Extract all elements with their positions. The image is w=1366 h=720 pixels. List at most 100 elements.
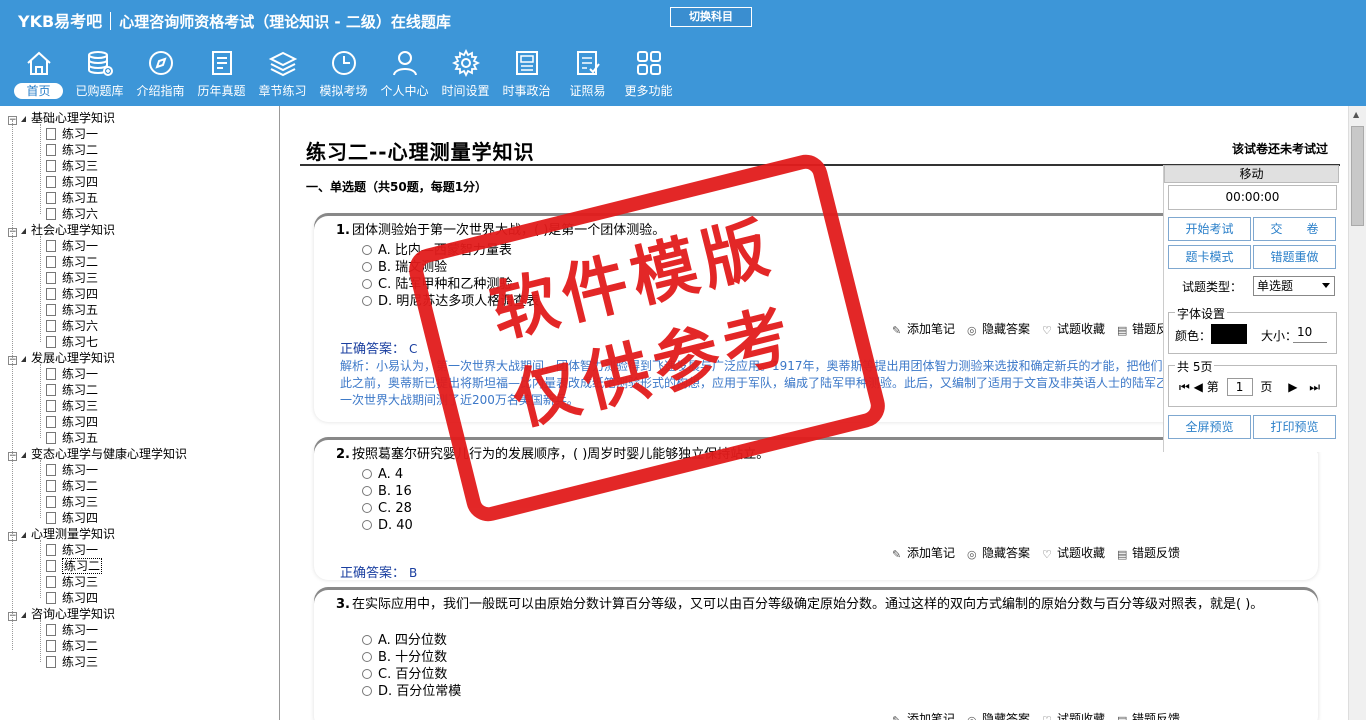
- radio-button[interactable]: [362, 469, 372, 479]
- tree-item[interactable]: 练习三: [46, 158, 98, 174]
- document-icon: [46, 496, 56, 508]
- action-1[interactable]: ◎ 隐藏答案: [967, 546, 1030, 560]
- action-0[interactable]: ✎ 添加笔记: [892, 322, 955, 336]
- tree-item[interactable]: 练习三: [46, 398, 98, 414]
- action-0[interactable]: ✎ 添加笔记: [892, 546, 955, 560]
- radio-button[interactable]: [362, 669, 372, 679]
- radio-button[interactable]: [362, 245, 372, 255]
- switch-subject-button[interactable]: 切换科目: [670, 7, 752, 27]
- action-0[interactable]: ✎ 添加笔记: [892, 712, 955, 720]
- action-3[interactable]: ▤ 错题反馈: [1117, 712, 1180, 720]
- radio-button[interactable]: [362, 503, 372, 513]
- tree-item[interactable]: 练习三: [46, 270, 98, 286]
- panel-move-handle[interactable]: 移动: [1164, 165, 1339, 183]
- tree-item[interactable]: 练习一: [46, 462, 98, 478]
- tree-item[interactable]: 练习一: [46, 366, 98, 382]
- tree-item[interactable]: 练习二: [46, 142, 98, 158]
- tree-item[interactable]: 练习四: [46, 174, 98, 190]
- nav-item-9[interactable]: 证照易: [557, 46, 618, 104]
- tree-category[interactable]: − 基础心理学知识: [8, 110, 115, 126]
- action-2[interactable]: ♡ 试题收藏: [1042, 546, 1105, 560]
- tree-item[interactable]: 练习四: [46, 286, 98, 302]
- nav-item-7[interactable]: 时间设置: [435, 46, 496, 104]
- radio-button[interactable]: [362, 486, 372, 496]
- tree-item[interactable]: 练习四: [46, 414, 98, 430]
- submit-exam-button[interactable]: 交 卷: [1253, 217, 1336, 241]
- font-size-input[interactable]: 10: [1293, 325, 1327, 343]
- tree-item[interactable]: 练习二: [46, 478, 98, 494]
- nav-item-3[interactable]: 历年真题: [191, 46, 252, 104]
- answer-option[interactable]: D. 40: [362, 517, 413, 534]
- tree-item[interactable]: 练习二: [46, 254, 98, 270]
- tree-category[interactable]: − 咨询心理学知识: [8, 606, 115, 622]
- page-number-input[interactable]: 1: [1226, 378, 1253, 396]
- question-type-select[interactable]: 单选题: [1253, 276, 1335, 296]
- tree-item[interactable]: 练习三: [46, 654, 98, 670]
- answer-option[interactable]: D. 百分位常模: [362, 683, 461, 700]
- action-2[interactable]: ♡ 试题收藏: [1042, 712, 1105, 720]
- scroll-thumb[interactable]: [1351, 126, 1364, 226]
- tree-item[interactable]: 练习一: [46, 126, 98, 142]
- action-3[interactable]: ▤ 错题反馈: [1117, 546, 1180, 560]
- chapter-tree[interactable]: − 基础心理学知识 练习一 练习二 练习三 练习四 练习五 练习六 − 社会心理学知识 练习一 练习二…: [0, 106, 280, 720]
- prev-page-icon[interactable]: ◀: [1194, 380, 1203, 394]
- tree-category[interactable]: − 变态心理学与健康心理学知识: [8, 446, 187, 462]
- action-1[interactable]: ◎ 隐藏答案: [967, 322, 1030, 336]
- answer-option[interactable]: A. 4: [362, 466, 403, 483]
- font-color-label: 颜色：: [1175, 329, 1212, 343]
- font-color-swatch[interactable]: [1211, 324, 1247, 344]
- nav-item-6[interactable]: 个人中心: [374, 46, 435, 104]
- tree-item[interactable]: 练习六: [46, 206, 98, 222]
- tree-item[interactable]: 练习七: [46, 334, 98, 350]
- tree-item[interactable]: 练习四: [46, 510, 98, 526]
- tree-item[interactable]: 练习三: [46, 574, 98, 590]
- radio-button[interactable]: [362, 279, 372, 289]
- nav-item-10[interactable]: 更多功能: [618, 46, 679, 104]
- nav-item-5[interactable]: 模拟考场: [313, 46, 374, 104]
- fullscreen-preview-button[interactable]: 全屏预览: [1168, 415, 1251, 439]
- tree-item[interactable]: 练习六: [46, 318, 98, 334]
- answer-option[interactable]: C. 百分位数: [362, 666, 447, 683]
- tree-category[interactable]: − 发展心理学知识: [8, 350, 115, 366]
- tree-item[interactable]: 练习二: [46, 382, 98, 398]
- nav-item-0[interactable]: 首页: [8, 46, 69, 104]
- radio-button[interactable]: [362, 296, 372, 306]
- radio-button[interactable]: [362, 262, 372, 272]
- action-1[interactable]: ◎ 隐藏答案: [967, 712, 1030, 720]
- tree-item[interactable]: 练习五: [46, 302, 98, 318]
- nav-item-1[interactable]: 已购题库: [69, 46, 130, 104]
- tree-item[interactable]: 练习二: [46, 558, 103, 574]
- next-page-icon[interactable]: ▶: [1288, 380, 1297, 394]
- print-preview-button[interactable]: 打印预览: [1253, 415, 1336, 439]
- answer-option[interactable]: A. 四分位数: [362, 632, 447, 649]
- tree-category[interactable]: − 心理测量学知识: [8, 526, 115, 542]
- nav-item-8[interactable]: 时事政治: [496, 46, 557, 104]
- tree-item[interactable]: 练习二: [46, 638, 98, 654]
- answer-option[interactable]: B. 16: [362, 483, 412, 500]
- nav-item-2[interactable]: 介绍指南: [130, 46, 191, 104]
- tree-item[interactable]: 练习五: [46, 190, 98, 206]
- start-exam-button[interactable]: 开始考试: [1168, 217, 1251, 241]
- tree-category[interactable]: − 社会心理学知识: [8, 222, 115, 238]
- radio-button[interactable]: [362, 520, 372, 530]
- action-2[interactable]: ♡ 试题收藏: [1042, 322, 1105, 336]
- tree-item[interactable]: 练习三: [46, 494, 98, 510]
- first-page-icon[interactable]: ⏮: [1179, 380, 1190, 394]
- radio-button[interactable]: [362, 635, 372, 645]
- scroll-up-arrow[interactable]: ▲: [1353, 110, 1359, 119]
- last-page-icon[interactable]: ⏭: [1309, 380, 1320, 394]
- nav-item-4[interactable]: 章节练习: [252, 46, 313, 104]
- tree-item[interactable]: 练习一: [46, 542, 98, 558]
- radio-button[interactable]: [362, 686, 372, 696]
- tree-item[interactable]: 练习五: [46, 430, 98, 446]
- vertical-scrollbar[interactable]: ▲: [1348, 106, 1366, 720]
- answer-option[interactable]: C. 28: [362, 500, 412, 517]
- tree-item[interactable]: 练习一: [46, 622, 98, 638]
- tree-item[interactable]: 练习一: [46, 238, 98, 254]
- tree-item[interactable]: 练习四: [46, 590, 98, 606]
- card-mode-button[interactable]: 题卡模式: [1168, 245, 1251, 269]
- answer-option[interactable]: B. 十分位数: [362, 649, 447, 666]
- redo-wrong-button[interactable]: 错题重做: [1253, 245, 1336, 269]
- document-icon: [46, 368, 56, 380]
- radio-button[interactable]: [362, 652, 372, 662]
